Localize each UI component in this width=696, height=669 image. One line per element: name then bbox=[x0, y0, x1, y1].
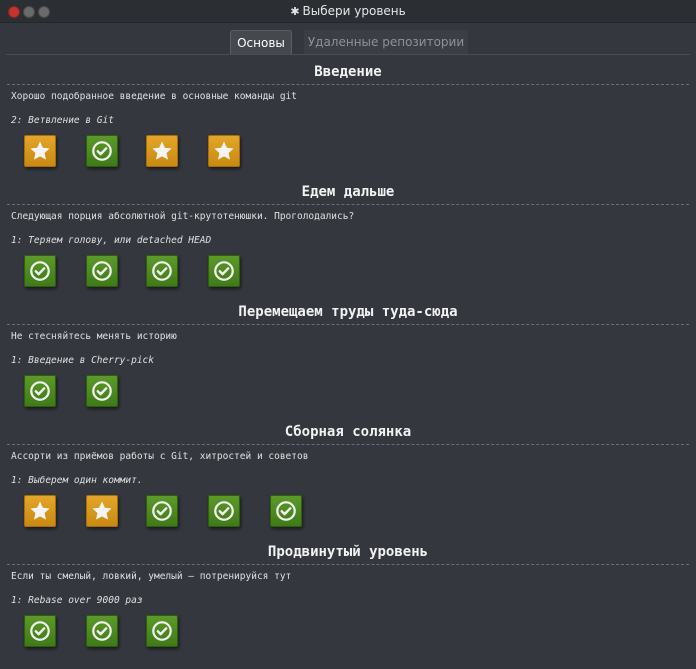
level-button[interactable] bbox=[86, 495, 118, 527]
check-icon bbox=[213, 260, 235, 282]
star-icon bbox=[29, 500, 51, 522]
tab-basics[interactable]: Основы bbox=[230, 30, 292, 55]
sequence-divider bbox=[7, 204, 689, 205]
level-button[interactable] bbox=[146, 495, 178, 527]
selected-level-name: 1: Выберем один коммит. bbox=[11, 475, 143, 486]
check-icon bbox=[275, 500, 297, 522]
sequence-divider bbox=[7, 444, 689, 445]
level-button[interactable] bbox=[208, 135, 240, 167]
sequence-title: Перемещаем труды туда-сюда bbox=[238, 304, 458, 320]
sequence-title: Сборная солянка bbox=[284, 424, 412, 440]
check-icon bbox=[213, 500, 235, 522]
sequence-divider bbox=[7, 84, 689, 85]
level-button[interactable] bbox=[24, 375, 56, 407]
level-button[interactable] bbox=[270, 495, 302, 527]
level-button[interactable] bbox=[146, 615, 178, 647]
star-icon bbox=[151, 140, 173, 162]
level-button[interactable] bbox=[24, 135, 56, 167]
level-button[interactable] bbox=[86, 375, 118, 407]
level-button[interactable] bbox=[208, 255, 240, 287]
level-button[interactable] bbox=[24, 255, 56, 287]
level-button[interactable] bbox=[208, 495, 240, 527]
window-title: ✱ Выбери уровень bbox=[0, 4, 696, 18]
level-button[interactable] bbox=[24, 495, 56, 527]
check-icon bbox=[91, 140, 113, 162]
sequence-description: Если ты смелый, ловкий, умелый – потрени… bbox=[11, 571, 292, 582]
check-icon bbox=[91, 260, 113, 282]
selected-level-name: 1: Rebase over 9000 раз bbox=[11, 595, 143, 606]
sequence-description: Не стесняйтесь менять историю bbox=[11, 331, 177, 342]
level-button[interactable] bbox=[146, 255, 178, 287]
sequence-divider bbox=[7, 324, 689, 325]
check-icon bbox=[91, 620, 113, 642]
sequence-title: Едем дальше bbox=[301, 184, 395, 200]
sequence-description: Ассорти из приёмов работы с Git, хитрост… bbox=[11, 451, 309, 462]
tab-divider bbox=[6, 54, 690, 55]
level-button[interactable] bbox=[146, 135, 178, 167]
window-title-text: Выбери уровень bbox=[302, 4, 406, 18]
check-icon bbox=[151, 500, 173, 522]
selected-level-name: 1: Теряем голову, или detached HEAD bbox=[11, 235, 212, 246]
star-icon bbox=[91, 500, 113, 522]
sequence-title: Продвинутый уровень bbox=[267, 544, 429, 560]
tab-remote-repositories[interactable]: Удаленные репозитории bbox=[304, 30, 468, 54]
tab-bar: Основы Удаленные репозитории bbox=[0, 30, 696, 55]
check-icon bbox=[151, 620, 173, 642]
level-button[interactable] bbox=[86, 255, 118, 287]
check-icon bbox=[91, 380, 113, 402]
sequence-description: Следующая порция абсолютной git-крутотен… bbox=[11, 211, 355, 222]
sequence-divider bbox=[7, 564, 689, 565]
selected-level-name: 1: Введение в Cherry-pick bbox=[11, 355, 154, 366]
check-icon bbox=[29, 380, 51, 402]
level-select-window: ✱ Выбери уровень Основы Удаленные репозит… bbox=[0, 0, 696, 669]
star-icon bbox=[29, 140, 51, 162]
check-icon bbox=[29, 260, 51, 282]
title-bar: ✱ Выбери уровень bbox=[0, 0, 696, 23]
selected-level-name: 2: Ветвление в Git bbox=[11, 115, 114, 126]
level-button[interactable] bbox=[24, 615, 56, 647]
check-icon bbox=[151, 260, 173, 282]
level-button[interactable] bbox=[86, 135, 118, 167]
sequence-description: Хорошо подобранное введение в основные к… bbox=[11, 91, 297, 102]
gear-icon: ✱ bbox=[290, 5, 300, 18]
check-icon bbox=[29, 620, 51, 642]
sequence-title: Введение bbox=[314, 64, 382, 80]
level-button[interactable] bbox=[86, 615, 118, 647]
star-icon bbox=[213, 140, 235, 162]
